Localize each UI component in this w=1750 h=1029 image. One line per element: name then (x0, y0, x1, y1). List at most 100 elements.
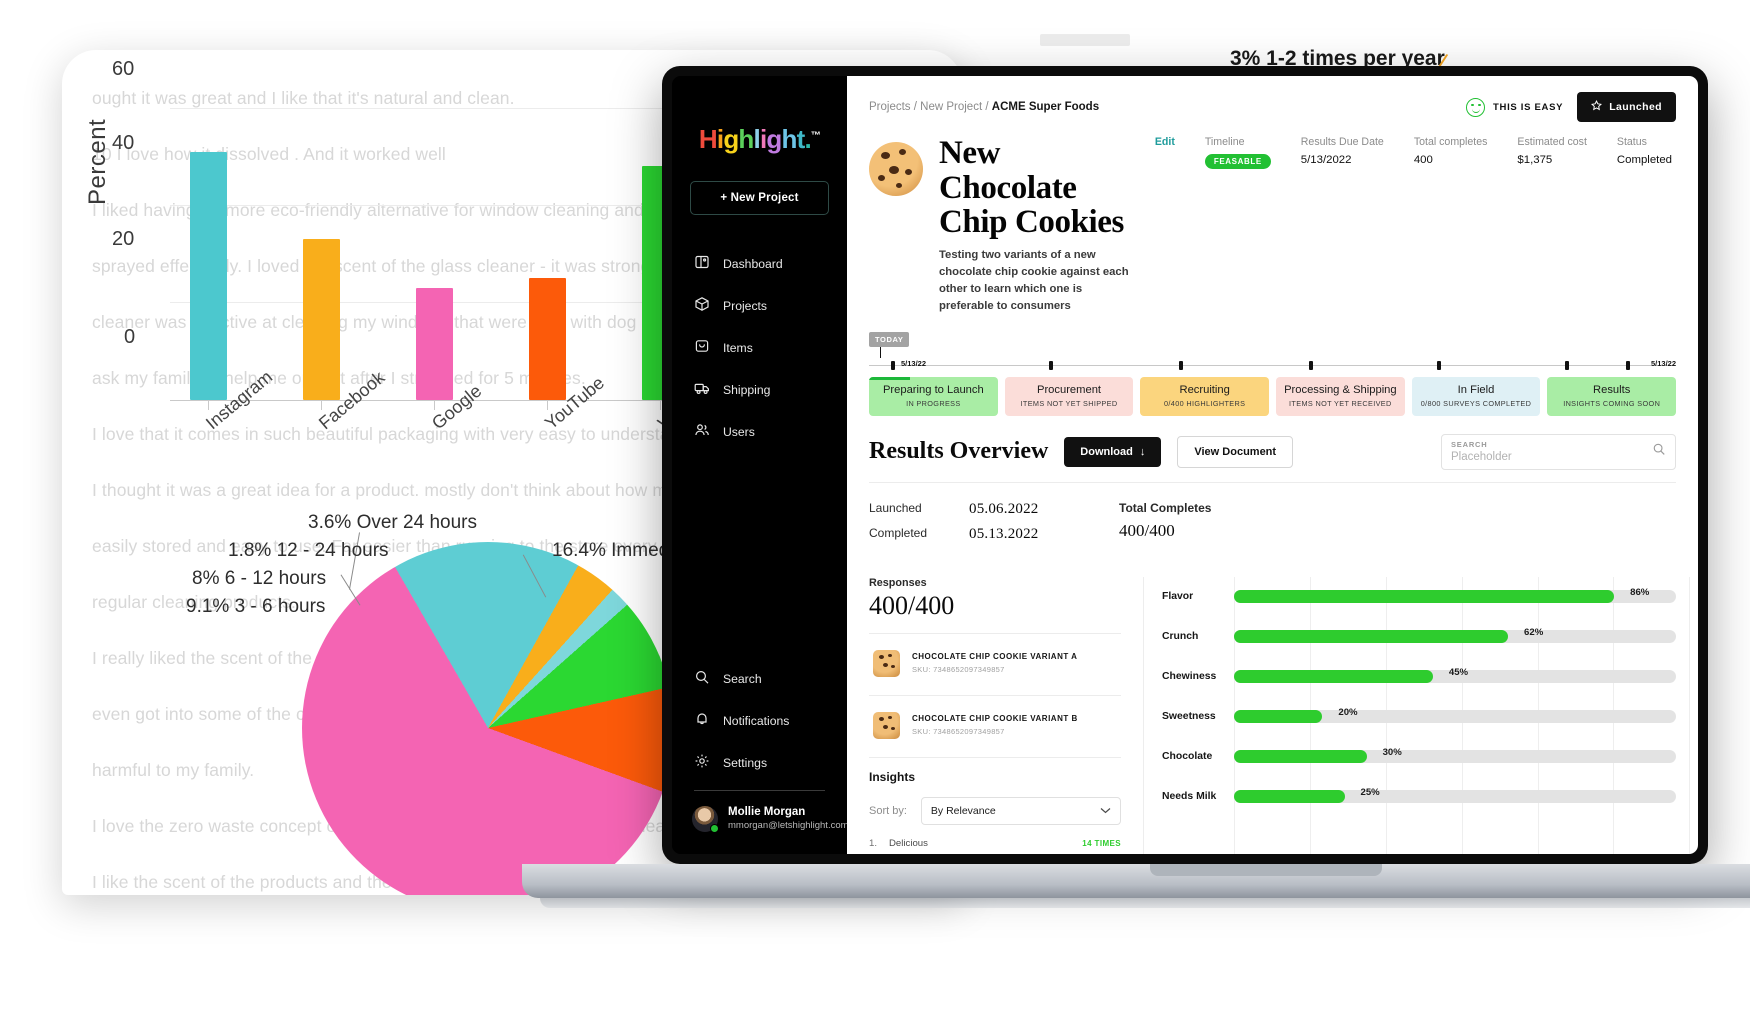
sort-row: Sort by: By Relevance (869, 796, 1121, 825)
search-input[interactable]: SEARCH Placeholder (1441, 433, 1676, 470)
meta-key: Timeline (1204, 136, 1245, 148)
timeline-step[interactable]: Results INSIGHTS COMING SOON (1547, 376, 1677, 416)
chart-bar-fill (1234, 670, 1433, 684)
launched-button[interactable]: Launched (1577, 92, 1676, 122)
search-icon[interactable] (1652, 442, 1666, 461)
timeline-step[interactable]: Processing & Shipping ITEMS NOT YET RECEI… (1276, 376, 1405, 416)
responses-value: 400/400 (869, 590, 955, 620)
sidebar-item-label: Search (723, 671, 762, 686)
chart-bar-fill (1234, 710, 1323, 724)
top-fragment-box (1040, 34, 1130, 46)
sidebar-item-label: Settings (723, 755, 768, 770)
chart-bar-fill (1234, 590, 1615, 604)
search-placeholder: Placeholder (1451, 450, 1512, 463)
chart-bar-row: Chocolate 30% (1162, 737, 1676, 777)
sidebar-item-dashboard[interactable]: Dashboard (672, 249, 847, 278)
total-completes-value: 400/400 (1119, 520, 1175, 540)
download-button[interactable]: Download ↓ (1064, 436, 1162, 467)
chart-bar-label: Sweetness (1162, 711, 1216, 723)
breadcrumb-projects[interactable]: Projects (869, 101, 911, 113)
timeline-step[interactable]: Preparing to Launch IN PROGRESS (869, 376, 998, 416)
background-pie-chart: 3.6% Over 24 hours 1.8% 12 - 24 hours 8%… (182, 490, 742, 895)
chart-bar-value: 25% (1360, 787, 1380, 799)
laptop-base (522, 864, 1750, 898)
pie-label-3to6: 9.1% 3 - 6 hours (186, 596, 326, 617)
view-document-button[interactable]: View Document (1177, 435, 1294, 468)
sidebar-item-users[interactable]: Users (672, 417, 847, 446)
meta-timeline: Timeline FEASABLE (1204, 136, 1271, 169)
chart-bar-track: 30% (1234, 747, 1676, 764)
sidebar-item-settings[interactable]: Settings (672, 748, 847, 777)
users-icon (694, 422, 710, 441)
pie-label-over24: 3.6% Over 24 hours (308, 512, 477, 533)
timeline-step[interactable]: Recruiting 0/400 HIGHLIGHTERS (1140, 376, 1270, 416)
chart-bar-track: 20% (1234, 707, 1676, 724)
insight-number: 1. (869, 837, 878, 849)
launched-key: Launched (869, 500, 922, 515)
insight-count: 14 TIMES (1082, 838, 1121, 848)
new-project-button[interactable]: + New Project (690, 181, 829, 215)
step-name: Processing & Shipping (1284, 383, 1397, 396)
app-topbar: Projects / New Project / ACME Super Food… (869, 92, 1676, 122)
laptop-screen: Highlight.™ + New Project Dashboard Proj… (662, 66, 1708, 864)
meta-value: $1,375 (1517, 154, 1553, 166)
download-label: Download (1080, 445, 1133, 458)
chart-bar-track: 86% (1234, 587, 1676, 604)
launched-value: 05.06.2022 (969, 500, 1039, 517)
sidebar-item-items[interactable]: Items (672, 333, 847, 362)
background-bar (416, 288, 453, 400)
sidebar-item-projects[interactable]: Projects (672, 291, 847, 320)
bar-chart-ytick-60: 60 (112, 58, 135, 80)
responses-key: Responses (869, 576, 927, 589)
bar-chart-ytick-20: 20 (112, 228, 135, 250)
edit-link[interactable]: Edit (1155, 136, 1175, 148)
variant-row[interactable]: CHOCOLATE CHIP COOKIE VARIANT B SKU: 734… (869, 708, 1121, 745)
online-status-dot (710, 823, 719, 833)
breadcrumb-separator: / (985, 101, 989, 113)
sidebar-item-notifications[interactable]: Notifications (672, 706, 847, 735)
cookie-image (869, 142, 923, 196)
breadcrumb-new-project[interactable]: New Project (920, 101, 982, 113)
pie-label-6to12: 8% 6 - 12 hours (192, 568, 327, 589)
results-facts: Launched 05.06.2022 Completed 05.13.2022… (869, 501, 1676, 551)
step-substatus: 0/800 SURVEYS COMPLETED (1420, 398, 1532, 408)
chart-bar-fill (1234, 750, 1367, 764)
pie-shape (302, 542, 674, 895)
meta-key: Total completes (1413, 136, 1488, 148)
download-arrow-icon: ↓ (1139, 445, 1146, 458)
meta-key: Status (1616, 136, 1647, 148)
sidebar-user-profile[interactable]: Mollie Morgan mmorgan@letshighlight.com (672, 805, 849, 833)
total-completes-block: Total Completes 400/400 (1119, 501, 1211, 551)
chart-bar-label: Flavor (1162, 591, 1194, 603)
insight-row[interactable]: 1. Delicious 14 TIMES (869, 838, 1121, 849)
chart-bar-track: 45% (1234, 667, 1676, 684)
launched-label: Launched (1609, 101, 1662, 113)
meta-status: Status Completed (1617, 136, 1672, 166)
meta-edit[interactable]: Edit (1155, 136, 1175, 148)
timeline-step[interactable]: In Field 0/800 SURVEYS COMPLETED (1411, 376, 1541, 416)
step-name: Recruiting (1179, 383, 1230, 396)
chart-bar-value: 86% (1630, 587, 1650, 599)
step-progress (869, 376, 911, 380)
bag-icon (694, 338, 710, 357)
meta-key: Results Due Date (1300, 136, 1384, 148)
laptop-foot (540, 898, 1750, 908)
bar-chart-ytick-40: 40 (112, 132, 135, 154)
today-marker: TODAY (869, 331, 910, 347)
insight-text: Delicious (889, 837, 928, 849)
sidebar-item-shipping[interactable]: Shipping (672, 375, 847, 404)
variant-row[interactable]: CHOCOLATE CHIP COOKIE VARIANT A SKU: 734… (869, 646, 1121, 683)
step-substatus: ITEMS NOT YET RECEIVED (1289, 398, 1392, 408)
laptop-notch (1150, 864, 1382, 876)
sidebar-item-label: Shipping (723, 382, 771, 397)
sort-select[interactable]: By Relevance (920, 796, 1121, 825)
sidebar-item-label: Dashboard (723, 256, 783, 271)
sort-selected-value: By Relevance (930, 804, 996, 817)
timeline-step[interactable]: Procurement ITEMS NOT YET SHIPPED (1004, 376, 1134, 416)
chart-bar-row: Sweetness 20% (1162, 697, 1676, 737)
truck-icon (694, 380, 710, 399)
sidebar-item-label: Items (723, 340, 753, 355)
app-main: Projects / New Project / ACME Super Food… (847, 76, 1698, 854)
sidebar-item-search[interactable]: Search (672, 664, 847, 693)
chart-bar-row: Chewiness 45% (1162, 657, 1676, 697)
